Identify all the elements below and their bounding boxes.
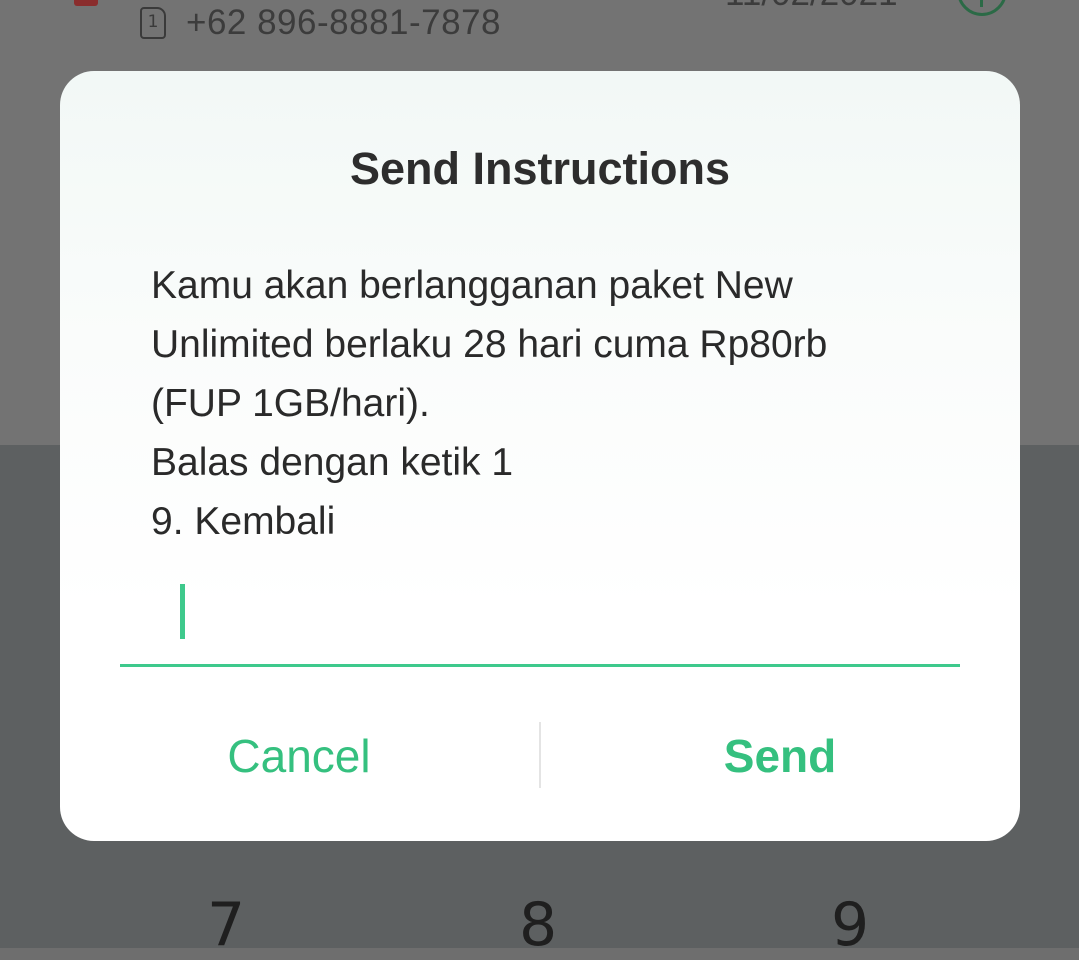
dialog-title: Send Instructions <box>349 143 731 194</box>
text-cursor <box>180 584 185 639</box>
dialog-message: Kamu akan berlangganan paket New Unlimit… <box>151 256 951 551</box>
dialpad-key-9: 9 <box>831 890 870 960</box>
reply-input-container[interactable] <box>120 571 960 667</box>
message-line: Balas dengan ketik 1 <box>151 441 514 484</box>
dialpad-key-8: 8 <box>519 890 558 960</box>
message-line: 9. Kembali <box>151 500 336 543</box>
message-line: Unlimited berlaku 28 hari cuma Rp80rb <box>151 323 828 366</box>
message-line: Kamu akan berlangganan paket New <box>151 264 793 307</box>
dialpad-key-7: 7 <box>207 890 246 960</box>
reply-input[interactable] <box>120 571 960 664</box>
call-date: 11/02/2021 <box>725 0 898 14</box>
sim-card-icon: 1 <box>140 7 166 39</box>
message-line: (FUP 1GB/hari). <box>151 382 430 425</box>
phone-number: +62 896-8881-7878 <box>186 3 502 42</box>
cancel-button[interactable]: Cancel <box>60 711 538 801</box>
ussd-dialog: Send Instructions Kamu akan berlangganan… <box>60 71 1020 841</box>
app-badge-icon <box>74 0 98 6</box>
send-button[interactable]: Send <box>540 711 1020 801</box>
